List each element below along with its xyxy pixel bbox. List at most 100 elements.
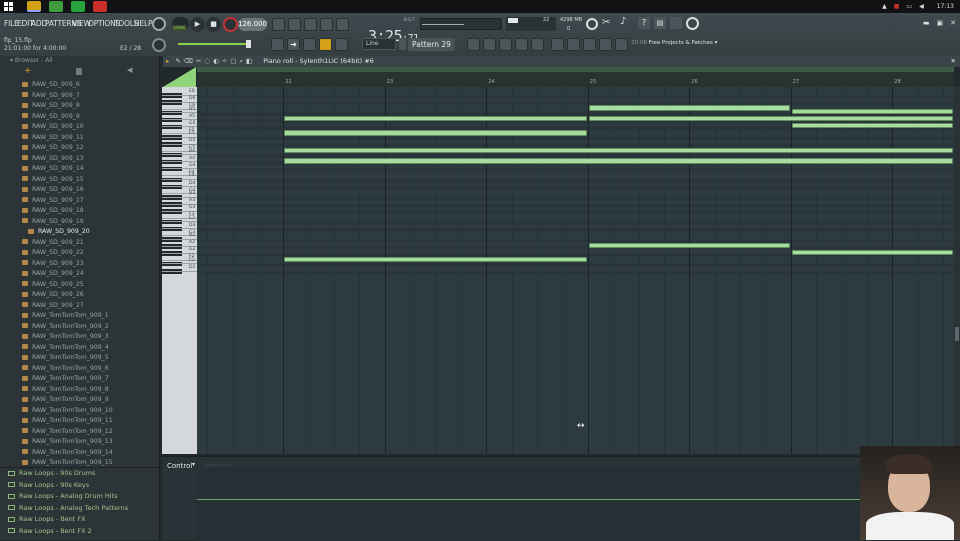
browser-add-icon[interactable]: + [24,66,32,76]
save-icon[interactable]: ▤ [654,17,666,29]
note-a2[interactable] [588,242,790,249]
browser-item[interactable]: RAW_SD_909_27 [22,301,84,311]
browser-item[interactable]: RAW_SD_909_10 [22,122,84,132]
browser-folder[interactable]: Raw Loops - Analog Tech Patterns [8,503,128,514]
browser-item[interactable]: RAW_TomTomTom_909_7 [22,374,109,384]
pattern-prev-button[interactable] [399,38,406,50]
arrow-right-button[interactable]: ➔ [287,38,300,51]
start-icon[interactable] [4,2,13,11]
browser-item[interactable]: RAW_SD_909_13 [22,154,84,164]
note-grid[interactable] [197,87,954,454]
browser-item[interactable]: RAW_SD_909_14 [22,164,84,174]
note-c5[interactable] [284,147,953,154]
browser-item[interactable]: RAW_TomTomTom_909_13 [22,437,113,447]
browser-item[interactable]: RAW_TomTomTom_909_8 [22,385,109,395]
browser-item[interactable]: RAW_TomTomTom_909_5 [22,353,109,363]
link-tool-button[interactable] [319,38,332,51]
piano-keyboard[interactable]: E6 D6 C6 B5 A5 G5 F5 E5 D5 C5 B4 A4 G4 F4 E4 D4 C4 B3 A3 G3… [162,87,197,454]
note-f5[interactable] [284,130,587,136]
close-icon[interactable]: ✕ [950,19,956,27]
brush-tool-button[interactable] [335,38,348,51]
browser-item[interactable]: RAW_SD_909_8 [22,101,80,111]
red-app-icon[interactable] [93,1,107,12]
note-a4[interactable] [284,158,953,164]
master-volume-knob[interactable] [152,17,166,31]
browser-item[interactable]: RAW_SD_909_12 [22,143,84,153]
mixer-icon[interactable] [515,38,528,51]
undo-icon[interactable] [586,18,598,30]
step-edit-button[interactable] [320,18,333,31]
metronome-button[interactable] [272,18,285,31]
menu-help[interactable]: HELP [134,19,152,28]
note-a5[interactable] [284,115,587,122]
loop-range-band[interactable] [197,67,954,72]
playlist-icon[interactable] [467,38,480,51]
browser-item[interactable]: RAW_TomTomTom_909_6 [22,364,109,374]
master-pitch-handle[interactable] [246,40,251,48]
browser-item[interactable]: RAW_TomTomTom_909_1 [22,311,109,321]
control-label[interactable]: Control [167,462,192,470]
chat-icon[interactable] [686,17,699,30]
mic-icon[interactable]: ♪ [620,16,626,27]
project-icon[interactable] [599,38,612,51]
tray-clock[interactable]: 17:13 [937,3,954,10]
blend-notes-button[interactable] [336,18,349,31]
playhead-marker[interactable] [163,67,196,87]
plugin-icon[interactable] [670,17,682,29]
browser-file-icon[interactable] [76,68,82,75]
browser-item[interactable]: RAW_SD_909_16 [22,185,84,195]
green-app-icon[interactable] [71,1,85,12]
plugin-db-icon[interactable] [567,38,580,51]
record-button[interactable] [223,17,238,32]
browser-item[interactable]: RAW_SD_909_21 [22,238,84,248]
note-b5[interactable] [791,108,953,115]
fl-studio-icon[interactable] [27,1,41,12]
channel-settings-icon[interactable] [531,38,544,51]
pattern-selector[interactable]: Pattern 29 [408,38,455,51]
browser-item[interactable]: RAW_TomTomTom_909_4 [22,343,109,353]
snap-select[interactable]: Line [362,38,396,50]
browser-item[interactable]: RAW_SD_909_26 [22,290,84,300]
countdown-button[interactable] [304,18,317,31]
piano-roll-title[interactable]: Piano roll - Sylenth1LIC (64bit) #6 [263,57,374,65]
browser-item[interactable]: RAW_SD_909_6 [22,80,80,90]
browser-item[interactable]: RAW_TomTomTom_909_10 [22,406,113,416]
vertical-scrollbar[interactable] [954,87,960,454]
browser-item[interactable]: RAW_TomTomTom_909_12 [22,427,113,437]
file-explorer-icon[interactable] [49,1,63,12]
restore-icon[interactable]: ▣ [937,19,944,27]
download-icon[interactable] [615,38,628,51]
hint-bar[interactable]: 20:08 Free Projects & Patches ▾ [631,40,717,50]
cut-icon[interactable]: ✂ [602,17,610,28]
stop-button[interactable]: ■ [206,17,221,32]
browser-folder[interactable]: Raw Loops - 90s Keys [8,480,89,491]
browser-item[interactable]: RAW_TomTomTom_909_3 [22,332,109,342]
browser-speaker-icon[interactable]: ◀ [127,66,132,74]
browser-item[interactable]: RAW_SD_909_18 [22,206,84,216]
browser-item[interactable]: RAW_TomTomTom_909_11 [22,416,113,426]
browser-item[interactable]: RAW_SD_909_11 [22,133,84,143]
play-button[interactable]: ▶ [190,17,205,32]
wait-input-button[interactable] [288,18,301,31]
tray-network-icon[interactable]: ▭ [906,3,912,10]
piano-roll-icon[interactable] [483,38,496,51]
velocity-lane[interactable] [197,467,960,541]
piano-roll-menu-icon[interactable]: ▸ [166,57,169,65]
browser-item[interactable]: RAW_SD_909_15 [22,175,84,185]
minimize-icon[interactable]: ▬ [923,19,930,27]
browser-item[interactable]: RAW_SD_909_19 [22,217,84,227]
browser-folder[interactable]: Raw Loops - Bent FX 2 [8,526,92,537]
timeline-ruler[interactable]: 22 23 24 25 26 27 28 [197,67,954,87]
browser-item[interactable]: RAW_TomTomTom_909_2 [22,322,109,332]
note-g2[interactable] [791,249,953,256]
tray-flag-icon[interactable]: ■ [894,3,900,10]
tempo-display[interactable]: 126.000 [238,18,267,31]
tray-up-arrow-icon[interactable]: ▲ [882,3,887,10]
browser-item[interactable]: RAW_SD_909_22 [22,248,84,258]
browser-icon[interactable] [551,38,564,51]
note-a5[interactable] [588,115,953,122]
channel-rack-icon[interactable] [499,38,512,51]
tray-volume-icon[interactable]: ◀ [919,3,924,10]
browser-folder[interactable]: Raw Loops - Analog Drum Hits [8,491,118,502]
pencil-tool-button[interactable] [303,38,316,51]
